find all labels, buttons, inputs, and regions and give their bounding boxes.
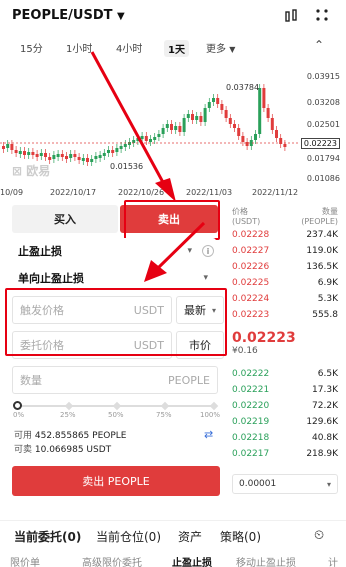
bottom-tab-bar: 当前委托(0) 当前仓位(0) 资产 策略(0) ⏲: [0, 520, 346, 548]
subtab-more[interactable]: 计: [328, 554, 338, 567]
subtab-trailing[interactable]: 移动止盈止损: [236, 554, 296, 567]
history-icon[interactable]: ⏲: [314, 528, 324, 543]
tab-positions[interactable]: 当前仓位(0): [96, 528, 161, 545]
subtab-limit[interactable]: 限价单: [10, 554, 40, 567]
tab-assets[interactable]: 资产: [178, 528, 202, 545]
annotation-arrow-1: [90, 51, 167, 187]
annotation-arrowhead-1: [155, 178, 176, 202]
tab-current-orders[interactable]: 当前委托(0): [14, 528, 81, 545]
tab-strategies[interactable]: 策略(0): [220, 528, 261, 545]
subtab-tpsl[interactable]: 止盈止损: [172, 554, 212, 567]
annotation-arrow-2: [156, 221, 206, 270]
annotation-arrows: [90, 51, 206, 282]
subtab-advanced[interactable]: 高级限价委托: [82, 554, 142, 567]
sub-tab-bar: 限价单 高级限价委托 止盈止损 移动止盈止损 计: [0, 549, 346, 567]
